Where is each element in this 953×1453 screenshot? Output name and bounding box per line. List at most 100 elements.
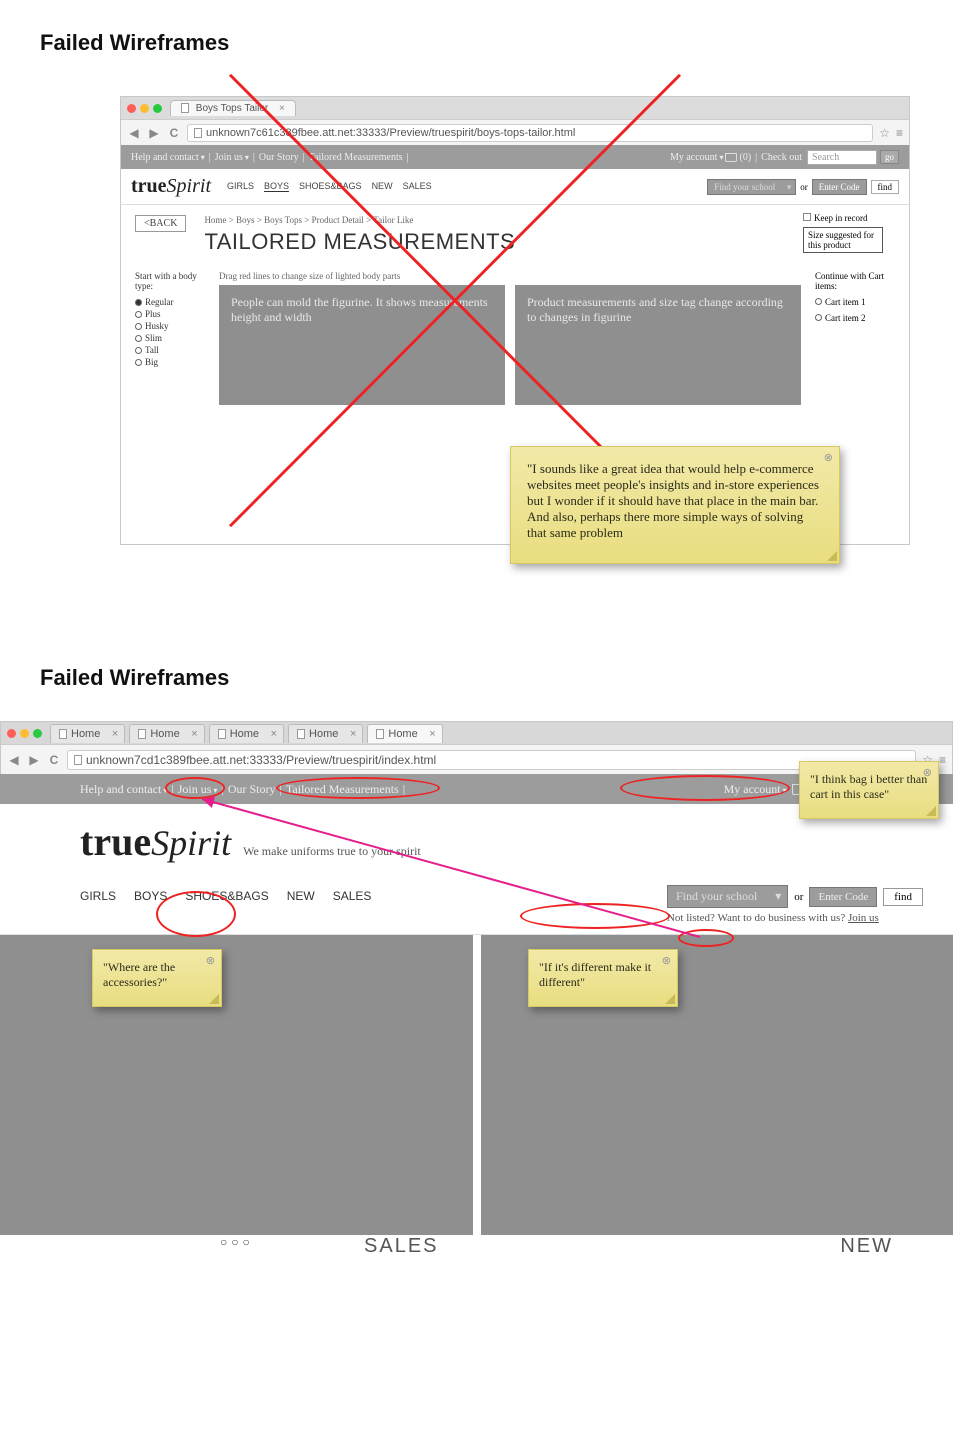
search-input[interactable]: Search	[807, 150, 877, 165]
opt-plus: Plus	[145, 309, 161, 319]
section1-heading: Failed Wireframes	[40, 30, 913, 56]
school-select[interactable]: Find your school	[667, 885, 788, 908]
close-note-icon[interactable]: ⊗	[824, 451, 833, 464]
minimize-window-icon[interactable]	[20, 729, 29, 738]
browser-tab[interactable]: Home×	[288, 724, 363, 743]
radio-cart2[interactable]	[815, 314, 822, 321]
pager-dots-icon[interactable]: ○○○	[220, 1235, 254, 1258]
our-story-link[interactable]: Our Story	[228, 782, 276, 797]
browser-tab[interactable]: Home×	[209, 724, 284, 743]
help-link[interactable]: Help and contact	[131, 152, 205, 163]
my-account-link[interactable]: My account	[670, 152, 724, 163]
back-icon[interactable]: ◀	[7, 753, 21, 767]
close-window-icon[interactable]	[127, 104, 136, 113]
radio-plus[interactable]	[135, 311, 142, 318]
close-tab-icon[interactable]: ×	[429, 728, 435, 740]
close-tab-icon[interactable]: ×	[191, 728, 197, 740]
star-icon[interactable]: ☆	[879, 126, 890, 140]
hero-panel-left[interactable]	[0, 935, 473, 1235]
feedback-note-bag[interactable]: ⊗ "I think bag i better than cart in thi…	[799, 761, 939, 819]
join-link[interactable]: Join us	[215, 152, 249, 163]
address-bar[interactable]: unknown7cd1c389fbee.att.net:33333/Previe…	[67, 750, 916, 770]
cart-count: (0)	[739, 152, 751, 163]
find-button[interactable]: find	[871, 180, 900, 194]
close-note-icon[interactable]: ⊗	[662, 954, 671, 967]
zoom-window-icon[interactable]	[33, 729, 42, 738]
close-tab-icon[interactable]: ×	[112, 728, 118, 740]
breadcrumb[interactable]: Home > Boys > Boys Tops > Product Detail…	[204, 215, 895, 225]
nav-girls[interactable]: GIRLS	[227, 181, 254, 192]
close-tab-icon[interactable]: ×	[350, 728, 356, 740]
logo[interactable]: trueSpirit	[80, 818, 231, 865]
close-window-icon[interactable]	[7, 729, 16, 738]
product-panel[interactable]: Product measurements and size tag change…	[515, 285, 801, 405]
close-note-icon[interactable]: ⊗	[206, 954, 215, 967]
figurine-panel[interactable]: People can mold the figurine. It shows m…	[219, 285, 505, 405]
my-account-link[interactable]: My account	[724, 782, 787, 797]
or-label: or	[794, 891, 803, 903]
feedback-note-accessories[interactable]: ⊗ "Where are the accessories?"	[92, 949, 222, 1007]
logo[interactable]: trueSpirit	[131, 175, 211, 198]
fold-icon	[209, 994, 219, 1004]
feedback-note-different[interactable]: ⊗ "If it's different make it different"	[528, 949, 678, 1007]
close-tab-icon[interactable]: ×	[279, 103, 285, 114]
note-text: "Where are the accessories?"	[103, 960, 175, 989]
nav-new[interactable]: NEW	[372, 181, 393, 192]
menu-icon[interactable]: ≡	[896, 126, 903, 140]
school-finder: Find your school or Enter Code find	[707, 179, 899, 195]
radio-husky[interactable]	[135, 323, 142, 330]
radio-regular[interactable]	[135, 299, 142, 306]
menu-icon[interactable]: ≡	[939, 753, 946, 767]
not-listed-line: Not listed? Want to do business with us?…	[667, 912, 923, 924]
browser-tab[interactable]: Home×	[50, 724, 125, 743]
nav-sales[interactable]: SALES	[333, 889, 372, 903]
enter-code-button[interactable]: Enter Code	[812, 179, 867, 195]
tailored-link[interactable]: Tailored Measurements	[309, 152, 403, 163]
browser-tab[interactable]: Home×	[129, 724, 204, 743]
address-bar[interactable]: unknown7c61c389fbee.att.net:33333/Previe…	[187, 124, 873, 142]
minimize-window-icon[interactable]	[140, 104, 149, 113]
go-button[interactable]: go	[880, 150, 899, 164]
close-note-icon[interactable]: ⊗	[923, 766, 932, 779]
browser-tab[interactable]: Home×	[367, 724, 442, 743]
browser-tab[interactable]: Boys Tops Tailor ×	[170, 100, 296, 116]
enter-code-button[interactable]: Enter Code	[809, 887, 877, 907]
page-icon	[181, 103, 189, 113]
radio-big[interactable]	[135, 359, 142, 366]
nav-new[interactable]: NEW	[287, 889, 315, 903]
reload-icon[interactable]: C	[167, 126, 181, 140]
size-suggested-box: Size suggested for this product	[803, 227, 883, 253]
cart-items-picker: Continue with Cart items: Cart item 1 Ca…	[815, 271, 895, 329]
help-link[interactable]: Help and contact	[80, 782, 167, 797]
school-finder: Find your school or Enter Code find Not …	[667, 885, 923, 924]
nav-girls[interactable]: GIRLS	[80, 889, 116, 903]
keep-checkbox[interactable]	[803, 213, 811, 221]
forward-icon[interactable]: ▶	[147, 126, 161, 140]
forward-icon[interactable]: ▶	[27, 753, 41, 767]
nav-boys[interactable]: BOYS	[134, 889, 167, 903]
our-story-link[interactable]: Our Story	[259, 152, 299, 163]
join-link[interactable]: Join us	[178, 782, 218, 797]
nav-boys[interactable]: BOYS	[264, 181, 289, 192]
radio-slim[interactable]	[135, 335, 142, 342]
checkout-link[interactable]: Check out	[761, 152, 802, 163]
school-select[interactable]: Find your school	[707, 179, 796, 195]
zoom-window-icon[interactable]	[153, 104, 162, 113]
logo-script: Spirit	[151, 823, 231, 863]
feedback-note-main[interactable]: ⊗ "I sounds like a great idea that would…	[510, 446, 840, 564]
close-tab-icon[interactable]: ×	[271, 728, 277, 740]
cart-icon[interactable]	[725, 153, 737, 162]
radio-cart1[interactable]	[815, 298, 822, 305]
opt-tall: Tall	[145, 345, 159, 355]
back-button[interactable]: <BACK	[135, 215, 186, 232]
back-icon[interactable]: ◀	[127, 126, 141, 140]
nav-shoes[interactable]: SHOES&BAGS	[185, 889, 268, 903]
tailored-link[interactable]: Tailored Measurements	[286, 782, 399, 797]
find-button[interactable]: find	[883, 888, 923, 906]
radio-tall[interactable]	[135, 347, 142, 354]
nav-shoes[interactable]: SHOES&BAGS	[299, 181, 362, 192]
opt-big: Big	[145, 357, 158, 367]
join-us-link[interactable]: Join us	[848, 912, 879, 924]
reload-icon[interactable]: C	[47, 753, 61, 767]
nav-sales[interactable]: SALES	[403, 181, 432, 192]
